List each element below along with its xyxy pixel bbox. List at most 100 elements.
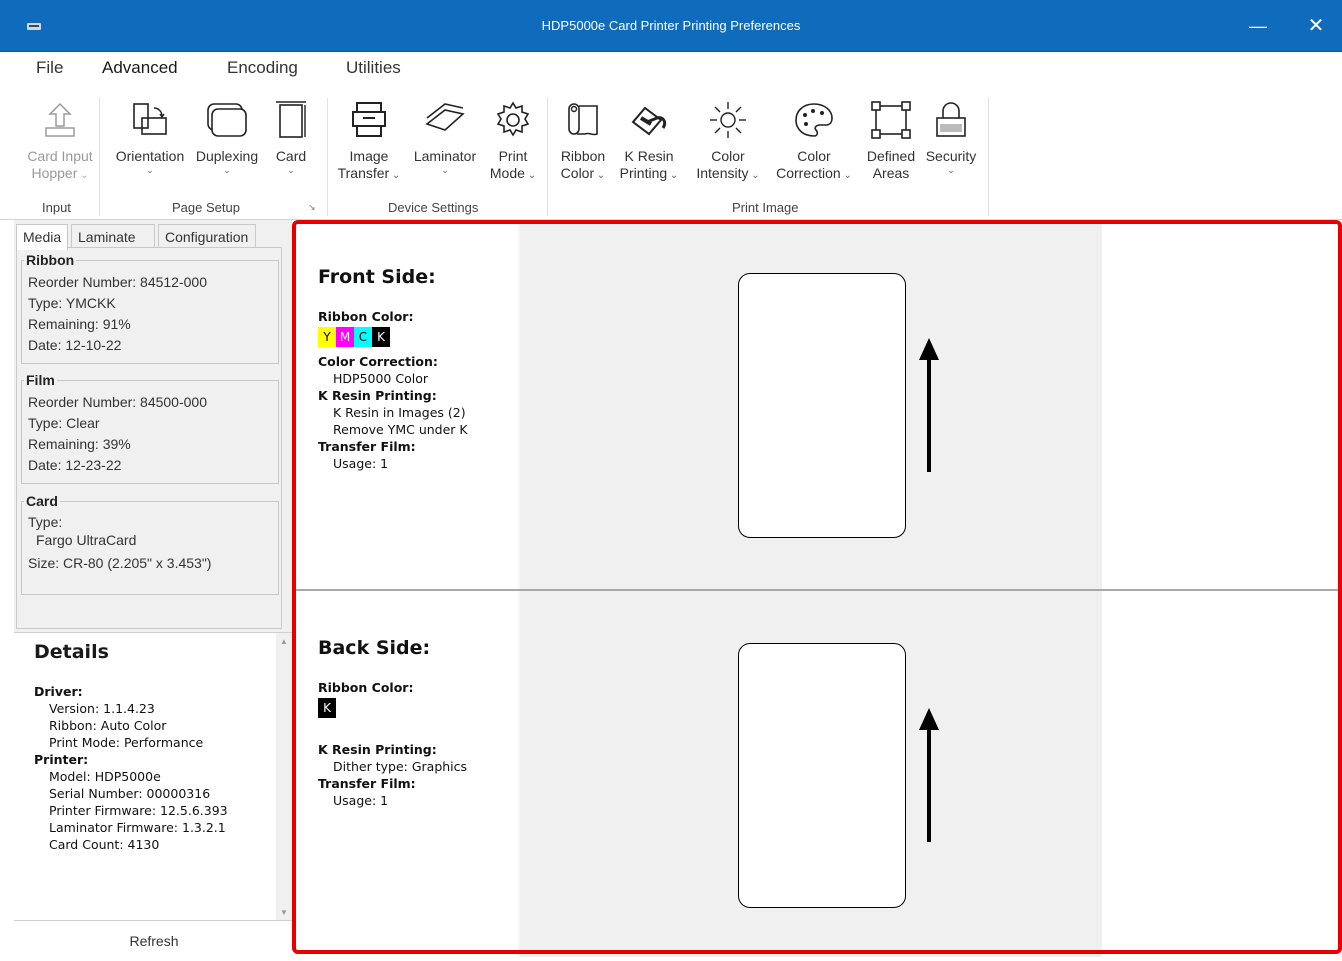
film-legend: Film [26,372,55,388]
details-item: Print Mode: Performance [49,735,204,750]
details-heading: Driver: [34,684,83,699]
palette-icon [774,100,854,140]
back-orientation-arrow-icon [919,708,939,842]
chevron-down-icon: ⌄ [840,170,852,181]
front-card-outline [738,273,906,538]
group-label-device-settings: Device Settings [388,200,479,215]
refresh-button[interactable]: Refresh [14,920,294,958]
print-mode-gear-label: Print Mode ⌄ [489,148,537,181]
front-swatch-c: C [354,327,372,347]
media-tab-panel: Ribbon Reorder Number: 84512-000 Type: Y… [16,247,282,629]
ribbon-legend: Ribbon [26,252,75,268]
chevron-down-icon: ⌄ [594,170,606,181]
defined-areas-label: Defined Areas [866,148,916,181]
duplexing-icon [192,100,262,140]
k-resin-paint-icon [616,100,682,140]
card-hopper-icon [22,100,98,140]
chevron-down-icon: ⌄ [146,165,154,175]
film-date: Date: 12-23-22 [28,457,122,473]
back-swatch-k: K [318,698,336,718]
back-card-outline [738,643,906,908]
chevron-down-icon: ⌄ [667,170,679,181]
defined-areas-button[interactable]: Defined Areas [862,100,920,198]
film-group: Film Reorder Number: 84500-000 Type: Cle… [21,372,279,484]
menu-bar: File Advanced Encoding Utilities [0,52,1342,84]
laminator-icon [412,100,478,140]
front-info-item: Usage: 1 [333,456,389,471]
front-info-heading: Color Correction: [318,354,438,369]
chevron-down-icon: ⌄ [287,165,295,175]
duplexing-button[interactable]: Duplexing ⌄ [192,100,262,198]
ribbon-group: Ribbon Reorder Number: 84512-000 Type: Y… [21,252,279,364]
window-title: HDP5000e Card Printer Printing Preferenc… [541,18,801,33]
laminator-button[interactable]: Laminator ⌄ [412,100,478,198]
sun-intensity-button[interactable]: Color Intensity ⌄ [690,100,766,198]
front-ribbon-swatches: YMCK [318,327,468,347]
menu-encoding[interactable]: Encoding [227,58,298,78]
print-mode-gear-icon [486,100,540,140]
front-swatch-m: M [336,327,354,347]
card-hopper-button[interactable]: Card Input Hopper ⌄ [22,100,98,198]
menu-advanced[interactable]: Advanced [102,58,178,84]
front-info-item: HDP5000 Color [333,371,428,386]
front-card-canvas [520,220,1102,589]
title-bar: HDP5000e Card Printer Printing Preferenc… [0,0,1342,52]
front-side-title: Front Side: [318,266,436,288]
menu-file[interactable]: File [36,58,63,78]
ribbon-toolbar: Card Input Hopper ⌄ Orientation ⌄ Duplexing ⌄… [0,82,1342,220]
orientation-icon [112,100,188,140]
security-lock-icon [922,100,980,140]
details-item: Printer Firmware: 12.5.6.393 [49,803,228,818]
back-side-title: Back Side: [318,637,431,659]
ribbon-roll-button[interactable]: Ribbon Color ⌄ [556,100,610,198]
chevron-down-icon: ⌄ [524,170,537,181]
front-ribbon-color-label: Ribbon Color: [318,309,414,324]
menu-utilities[interactable]: Utilities [346,58,401,78]
tab-media[interactable]: Media [16,224,68,250]
back-ribbon-color-label: Ribbon Color: [318,680,414,695]
k-resin-paint-button[interactable]: K Resin Printing ⌄ [616,100,682,198]
details-item: Version: 1.1.4.23 [49,701,155,716]
front-info-item: K Resin in Images (2) [333,405,466,420]
group-label-page-setup: Page Setup [172,200,240,215]
film-reorder-number: Reorder Number: 84500-000 [28,394,207,410]
back-card-canvas [520,591,1102,957]
palette-button[interactable]: Color Correction ⌄ [774,100,854,198]
tab-laminate[interactable]: Laminate [71,224,155,248]
front-info-heading: Transfer Film: [318,439,416,454]
laminator-label: Laminator [413,148,477,164]
security-lock-button[interactable]: Security ⌄ [922,100,980,198]
k-resin-paint-label: K Resin Printing ⌄ [619,148,679,181]
chevron-down-icon: ⌄ [389,170,401,181]
image-transfer-button[interactable]: Image Transfer ⌄ [334,100,404,198]
card-button[interactable]: Card ⌄ [270,100,312,198]
sun-intensity-icon [690,100,766,140]
minimize-button[interactable]: — [1230,0,1286,52]
print-mode-gear-button[interactable]: Print Mode ⌄ [486,100,540,198]
chevron-down-icon: ⌄ [441,165,449,175]
details-item: Model: HDP5000e [49,769,161,784]
chevron-down-icon: ⌄ [77,170,89,181]
details-title: Details [34,641,109,663]
film-type: Type: Clear [28,415,100,431]
security-lock-label: Security [925,148,977,164]
back-info-item: Usage: 1 [333,793,389,808]
ribbon-remaining: Remaining: 91% [28,316,131,332]
orientation-label: Orientation [115,148,185,164]
card-size: Size: CR-80 (2.205" x 3.453") [28,555,212,571]
print-preview-area: Front Side: Ribbon Color: YMCK Color Cor… [292,220,1342,957]
duplexing-label: Duplexing [195,148,259,164]
details-item: Card Count: 4130 [49,837,160,852]
palette-label: Color Correction ⌄ [776,148,852,181]
card-type-label: Type: [28,514,63,530]
close-button[interactable]: ✕ [1288,0,1342,52]
front-info-item: Remove YMC under K [333,422,468,437]
tab-configuration[interactable]: Configuration [158,224,256,248]
back-side-info: Ribbon Color: K K Resin Printing: Dither … [318,679,467,809]
sun-intensity-label: Color Intensity ⌄ [696,148,760,181]
card-icon [270,100,312,140]
orientation-button[interactable]: Orientation ⌄ [112,100,188,198]
left-pane: Media Laminate Configuration Ribbon Reor… [14,220,294,958]
front-swatch-y: Y [318,327,336,347]
page-setup-launcher-icon[interactable]: ↘ [308,202,316,213]
